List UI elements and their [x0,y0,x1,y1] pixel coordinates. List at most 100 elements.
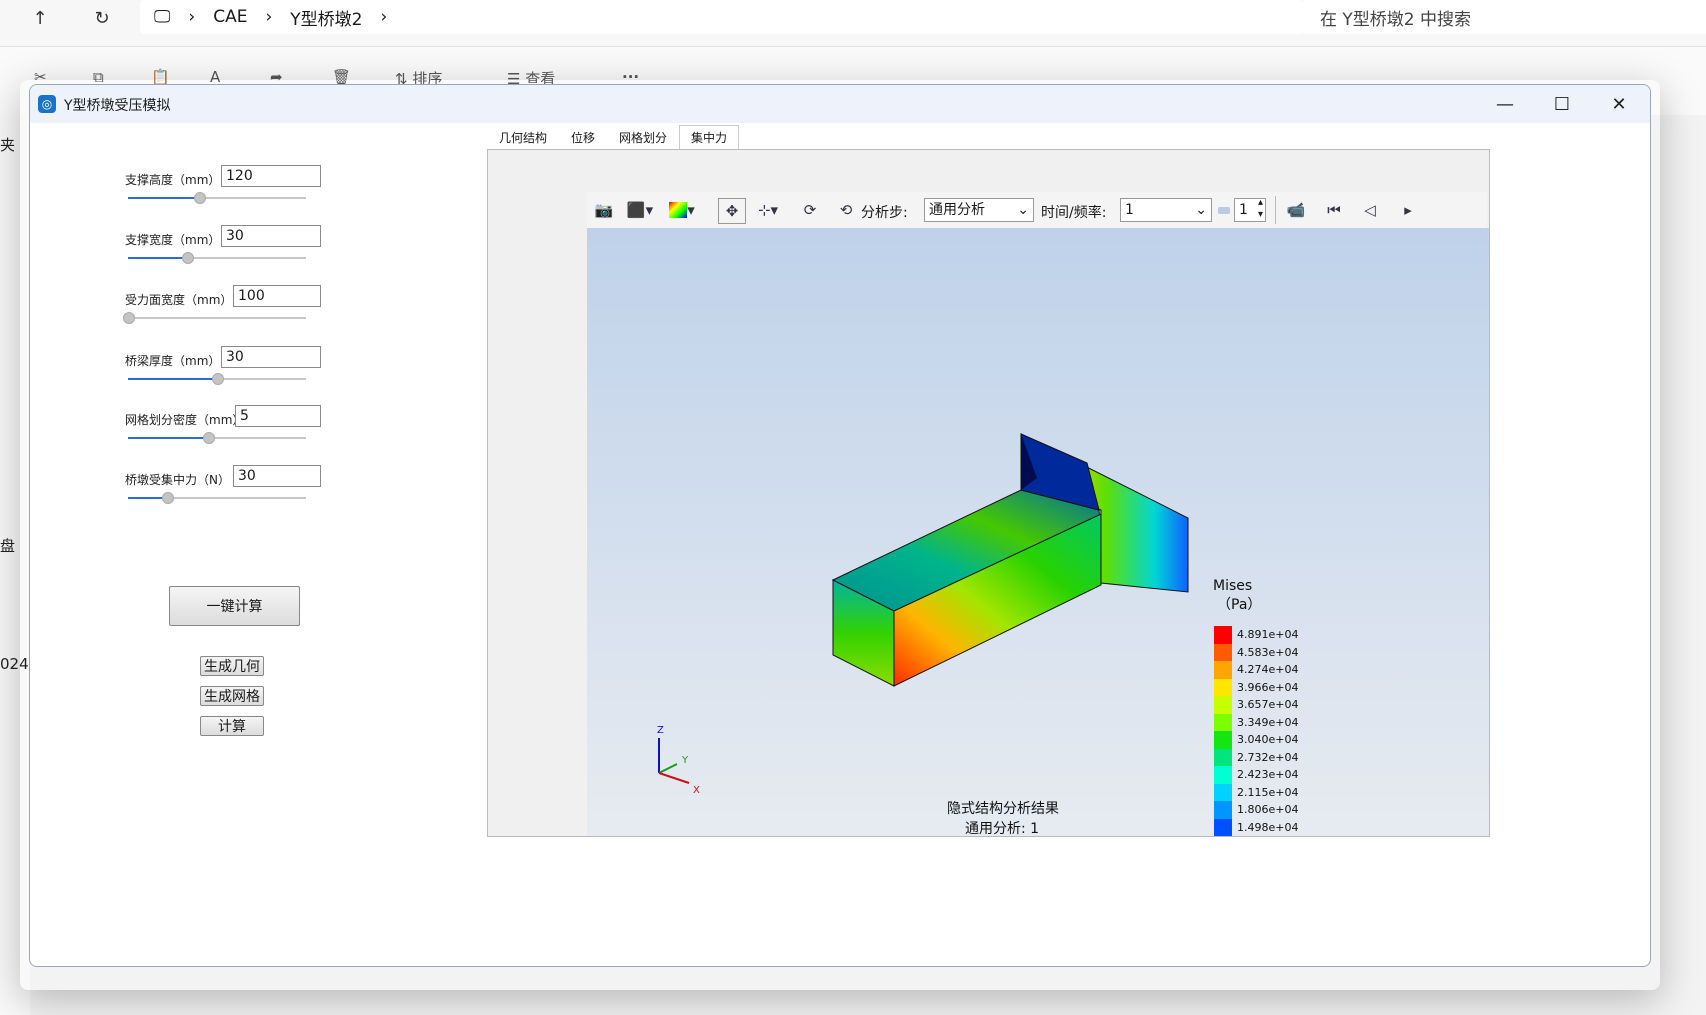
axis-y-line [658,763,678,774]
legend-unit: （Pa） [1217,597,1262,613]
legend-swatch [1214,748,1232,767]
breadcrumb-item[interactable]: Y型桥墩2 [290,5,362,30]
reset-rotation-icon[interactable]: ⟲ [833,198,859,222]
legend-value: 4.583e+04 [1237,645,1299,659]
result-caption-title: 隐式结构分析结果 [947,801,1059,817]
cube-view-icon[interactable]: ⬛▾ [627,198,653,222]
axis-x-line [658,772,690,784]
step-label: 分析步: [861,205,908,221]
one-click-compute-button[interactable]: 一键计算 [169,586,300,626]
param-input[interactable]: 30 [233,465,321,487]
next-icon[interactable]: ▸ [1395,198,1421,222]
param-slider-handle[interactable] [212,373,224,385]
explorer-search-input[interactable]: 在 Y型桥墩2 中搜索 [1302,0,1706,34]
camera-icon[interactable]: 📷 [591,198,617,222]
up-arrow-icon[interactable]: ↑ [28,6,52,30]
toolbar-divider [1275,196,1276,224]
param-input[interactable]: 100 [233,285,321,307]
step-select[interactable]: 通用分析 ⌄ [924,198,1034,222]
viewer-toolbar: 📷 ⬛▾ ▾ ✥ ⊹▾ ⟳ ⟲ 分析步: 通用分析 ⌄ 时间/频率: 1 ⌄ 1 ▴ ▾… [587,192,1487,228]
time-value: 1 [1125,202,1134,218]
frame-spinbox[interactable]: 1 ▴ ▾ [1234,197,1266,222]
app-window: ◎ Y型桥墩受压模拟 — ☐ ✕ 一键计算 生成几何 生成网格 计算 几何结构 … [29,84,1651,967]
legend-swatch [1214,713,1232,732]
legend-swatch [1214,661,1232,679]
first-frame-icon[interactable]: ⏮ [1321,198,1347,222]
param-slider-handle[interactable] [123,312,135,324]
parameter-panel [30,123,470,966]
legend-value: 1.806e+04 [1237,803,1299,816]
tab-bar: 几何结构 位移 网格划分 集中力 [487,125,740,151]
param-label: 支撑宽度（mm） [125,233,221,247]
legend-value: 4.891e+04 [1237,628,1299,641]
param-slider-fill [128,257,187,259]
legend-value: 3.040e+04 [1237,733,1299,746]
axes-icon[interactable]: ⊹▾ [755,198,781,222]
generate-mesh-button[interactable]: 生成网格 [200,686,264,706]
sidebar-fragment[interactable]: 盘 [0,535,15,556]
title-bar[interactable]: ◎ Y型桥墩受压模拟 — ☐ ✕ [30,85,1650,123]
legend-swatch [1214,818,1232,836]
param-slider-fill [128,197,200,199]
param-input[interactable]: 30 [221,346,321,368]
color-map-icon[interactable]: ▾ [669,198,695,222]
legend-value: 1.498e+04 [1237,820,1299,834]
breadcrumb-item[interactable]: CAE [213,7,247,27]
breadcrumb[interactable]: 🖵 › CAE › Y型桥墩2 › [140,0,1304,34]
sidebar-fragment[interactable]: 夹 [0,134,15,155]
spin-arrows-icon: ▴ ▾ [1257,197,1263,220]
generate-geometry-button[interactable]: 生成几何 [200,656,264,676]
tab-displacement[interactable]: 位移 [559,125,607,151]
chevron-right-icon: › [265,7,273,27]
close-button[interactable]: ✕ [1591,85,1647,123]
param-slider-track[interactable] [128,317,306,319]
param-label: 桥梁厚度（mm） [125,354,221,368]
legend-value: 3.349e+04 [1237,715,1299,729]
result-caption-step: 通用分析: 1 [965,821,1040,836]
computer-icon[interactable]: 🖵 [154,7,170,27]
param-slider-fill [128,378,217,380]
step-value: 通用分析 [929,202,985,218]
param-input[interactable]: 5 [235,405,321,427]
legend-title: Mises [1213,578,1253,594]
legend-value: 3.966e+04 [1237,680,1299,694]
axis-x-label: X [693,785,700,796]
legend-swatch [1214,731,1232,749]
chevron-down-icon: ⌄ [1195,202,1207,218]
video-camera-icon[interactable]: 📹 [1283,198,1309,222]
axis-y-label: Y [682,755,689,766]
minimize-button[interactable]: — [1477,85,1533,123]
legend-value: 4.274e+04 [1237,663,1299,676]
pan-icon[interactable]: ✥ [718,198,746,224]
legend-swatch [1214,643,1232,662]
maximize-button[interactable]: ☐ [1534,85,1590,123]
param-input[interactable]: 120 [221,165,321,187]
stress-model [831,433,1189,687]
time-select[interactable]: 1 ⌄ [1120,198,1212,222]
axis-z-label: Z [657,725,664,736]
window-title: Y型桥墩受压模拟 [64,98,171,114]
3d-viewport[interactable]: Z Y X 隐式结构分析结果 通用分析: 1 Mises （Pa） 4.891e… [587,228,1489,836]
frame-slider-icon[interactable] [1218,207,1230,214]
rotate-icon[interactable]: ⟳ [797,198,823,222]
compute-button[interactable]: 计算 [200,716,264,736]
refresh-icon[interactable]: ↻ [90,6,114,30]
legend-swatch [1214,766,1232,784]
axis-triad [658,738,690,784]
tab-mesh[interactable]: 网格划分 [607,125,679,151]
param-slider-fill [128,437,209,439]
tab-concentrated-force[interactable]: 集中力 [679,125,740,150]
legend-value: 2.423e+04 [1237,768,1299,781]
legend-value: 2.115e+04 [1237,785,1299,799]
param-label: 网格划分密度（mm） [125,413,245,427]
legend-swatch [1214,783,1232,802]
param-input[interactable]: 30 [221,225,321,247]
chevron-down-icon: ⌄ [1017,202,1029,218]
param-slider-handle[interactable] [203,432,216,444]
previous-frame-icon[interactable]: ◁ [1357,198,1383,222]
param-slider-handle[interactable] [181,252,194,264]
tab-geometry[interactable]: 几何结构 [487,125,559,151]
chevron-right-icon[interactable]: › [380,7,387,27]
param-label: 受力面宽度（mm） [125,293,233,307]
param-label: 支撑高度（mm） [125,173,221,187]
